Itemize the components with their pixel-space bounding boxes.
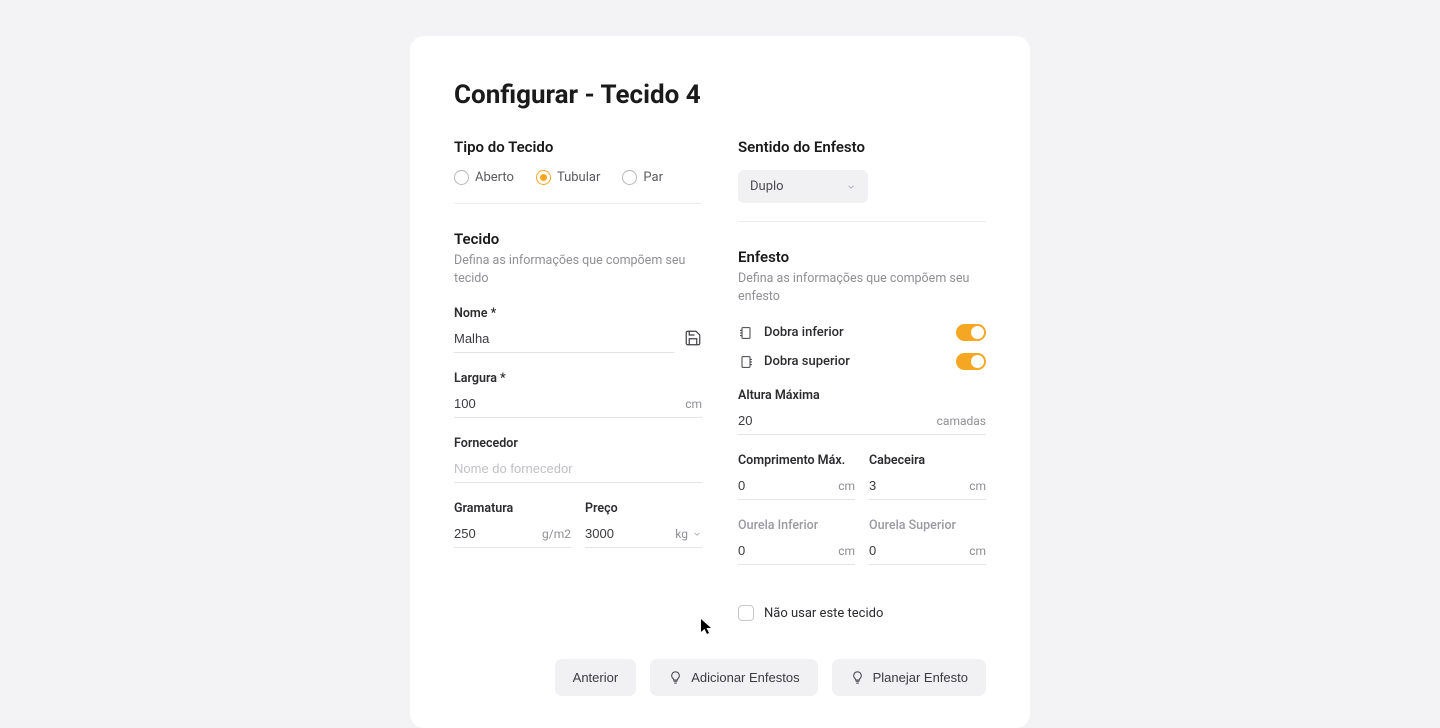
radio-par-label: Par: [643, 170, 663, 185]
sentido-select[interactable]: Duplo: [738, 170, 868, 203]
ourela-inf-label: Ourela Inferior: [738, 518, 855, 533]
radio-circle-icon: [454, 170, 469, 185]
nome-label: Nome *: [454, 306, 674, 321]
ourela-sup-input[interactable]: [869, 543, 963, 558]
fold-up-icon: [738, 354, 754, 370]
altura-label: Altura Máxima: [738, 388, 986, 403]
planejar-enfesto-button[interactable]: Planejar Enfesto: [832, 659, 986, 696]
tecido-title: Tecido: [454, 230, 702, 248]
ourela-sup-label: Ourela Superior: [869, 518, 986, 533]
dobra-inferior-toggle[interactable]: [956, 324, 986, 341]
fold-down-icon: [738, 325, 754, 341]
fornecedor-label: Fornecedor: [454, 436, 702, 451]
preco-unit: kg: [675, 527, 688, 541]
nome-input[interactable]: [454, 331, 674, 346]
dobra-superior-label: Dobra superior: [764, 354, 850, 369]
chevron-down-icon: [846, 182, 856, 192]
chevron-down-icon: [692, 529, 702, 539]
comp-input[interactable]: [738, 478, 832, 493]
right-column: Sentido do Enfesto Duplo Enfesto Defina …: [738, 138, 986, 621]
dobra-inferior-row: Dobra inferior: [738, 324, 986, 341]
nao-usar-row: Não usar este tecido: [738, 605, 986, 621]
nao-usar-label: Não usar este tecido: [764, 606, 883, 621]
anterior-label: Anterior: [573, 670, 619, 685]
adicionar-enfestos-button[interactable]: Adicionar Enfestos: [650, 659, 817, 696]
enfesto-desc: Defina as informações que compõem seu en…: [738, 270, 986, 306]
fornecedor-input[interactable]: [454, 461, 702, 476]
planejar-label: Planejar Enfesto: [873, 670, 968, 685]
anterior-button[interactable]: Anterior: [555, 659, 637, 696]
footer-actions: Anterior Adicionar Enfestos Planejar Enf…: [454, 659, 986, 696]
radio-circle-icon: [536, 170, 551, 185]
page-title: Configurar - Tecido 4: [454, 80, 986, 110]
nome-row: Nome *: [454, 306, 702, 353]
divider: [454, 203, 702, 204]
ourela-inf-unit: cm: [832, 544, 855, 558]
dobra-superior-toggle[interactable]: [956, 353, 986, 370]
dobra-superior-row: Dobra superior: [738, 353, 986, 370]
tipo-tecido-radios: Aberto Tubular Par: [454, 170, 702, 185]
altura-input[interactable]: [738, 413, 931, 428]
columns: Tipo do Tecido Aberto Tubular Par Tecido…: [454, 138, 986, 621]
config-card: Configurar - Tecido 4 Tipo do Tecido Abe…: [410, 36, 1030, 728]
nao-usar-checkbox[interactable]: [738, 605, 754, 621]
save-icon[interactable]: [684, 329, 702, 347]
tecido-desc: Defina as informações que compõem seu te…: [454, 252, 702, 288]
cabeceira-label: Cabeceira: [869, 453, 986, 468]
largura-label: Largura *: [454, 371, 702, 386]
dobra-inferior-label: Dobra inferior: [764, 325, 844, 340]
ourela-sup-unit: cm: [963, 544, 986, 558]
lightbulb-icon: [668, 670, 683, 685]
radio-par[interactable]: Par: [622, 170, 663, 185]
cabeceira-input[interactable]: [869, 478, 963, 493]
radio-tubular[interactable]: Tubular: [536, 170, 600, 185]
largura-unit: cm: [679, 397, 702, 411]
lightbulb-icon: [850, 670, 865, 685]
largura-input[interactable]: [454, 396, 679, 411]
gramatura-input[interactable]: [454, 526, 536, 541]
adicionar-label: Adicionar Enfestos: [691, 670, 799, 685]
sentido-label: Sentido do Enfesto: [738, 138, 986, 156]
gramatura-unit: g/m2: [536, 527, 571, 541]
preco-unit-select[interactable]: kg: [669, 527, 702, 541]
radio-aberto[interactable]: Aberto: [454, 170, 514, 185]
ourela-inf-input[interactable]: [738, 543, 832, 558]
enfesto-title: Enfesto: [738, 248, 986, 266]
preco-input[interactable]: [585, 526, 669, 541]
divider: [738, 221, 986, 222]
left-column: Tipo do Tecido Aberto Tubular Par Tecido…: [454, 138, 702, 621]
gramatura-label: Gramatura: [454, 501, 571, 516]
sentido-value: Duplo: [750, 179, 784, 194]
cabeceira-unit: cm: [963, 479, 986, 493]
tipo-tecido-label: Tipo do Tecido: [454, 138, 702, 156]
comp-label: Comprimento Máx.: [738, 453, 855, 468]
radio-circle-icon: [622, 170, 637, 185]
radio-tubular-label: Tubular: [557, 170, 600, 185]
radio-aberto-label: Aberto: [475, 170, 514, 185]
comp-unit: cm: [832, 479, 855, 493]
altura-unit: camadas: [931, 414, 986, 428]
preco-label: Preço: [585, 501, 702, 516]
